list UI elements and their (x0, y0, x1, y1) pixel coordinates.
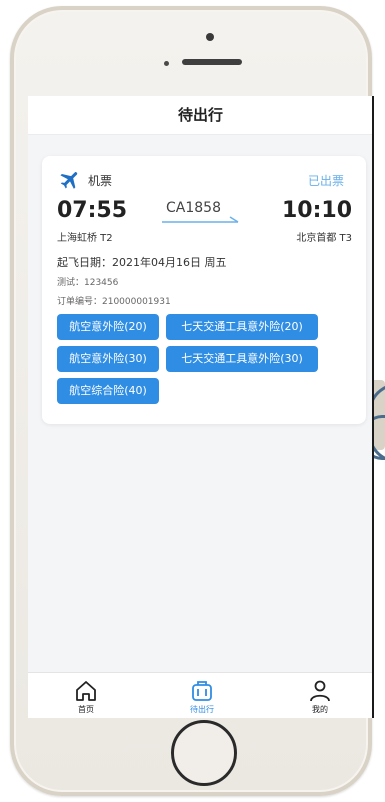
ticket-type-label: 机票 (88, 174, 113, 188)
luggage-icon (192, 681, 212, 701)
sensor-icon (164, 61, 169, 66)
test-info: 测试：123456 (57, 278, 119, 288)
insurance-button[interactable]: 七天交通工具意外险(30) (166, 346, 318, 372)
status-badge: 已出票 (307, 174, 344, 188)
insurance-button[interactable]: 航空意外险(20) (57, 314, 159, 340)
arrival-airport: 北京首都 T3 (296, 233, 352, 244)
tab-profile[interactable]: 我的 (280, 673, 360, 718)
ticket-card[interactable]: 机票 已出票 07:55 上海虹桥 T2 CA1858 10:10 北京首都 T… (42, 156, 366, 424)
tab-label: 首页 (78, 705, 94, 714)
screen-edge (372, 96, 374, 718)
flight-arrow-icon (162, 216, 239, 223)
home-icon (76, 681, 96, 701)
flight-number: CA1858 (166, 200, 221, 216)
departure-date: 起飞日期：2021年04月16日 周五 (57, 256, 227, 269)
arrival-time: 10:10 (281, 198, 352, 223)
tab-label: 待出行 (190, 705, 214, 714)
camera-icon (206, 33, 214, 41)
insurance-button[interactable]: 航空综合险(40) (57, 378, 159, 404)
tab-label: 我的 (312, 705, 328, 714)
departure-airport: 上海虹桥 T2 (57, 233, 113, 244)
page-title: 待出行 (28, 96, 373, 135)
tab-upcoming[interactable]: 待出行 (162, 673, 242, 718)
insurance-button[interactable]: 七天交通工具意外险(20) (166, 314, 318, 340)
departure-time: 07:55 (57, 198, 128, 223)
home-button[interactable] (171, 720, 237, 786)
order-number: 订单编号：210000001931 (57, 297, 171, 307)
speaker-grille (182, 59, 242, 65)
airplane-icon (60, 172, 78, 189)
tab-home[interactable]: 首页 (46, 673, 126, 718)
bottom-tab-bar: 首页 待出行 我的 (28, 672, 373, 718)
user-icon (310, 680, 330, 702)
app-screen: 待出行 机票 已出票 07:55 上海虹桥 T2 CA1858 10:10 北京… (28, 96, 373, 718)
insurance-button[interactable]: 航空意外险(30) (57, 346, 159, 372)
